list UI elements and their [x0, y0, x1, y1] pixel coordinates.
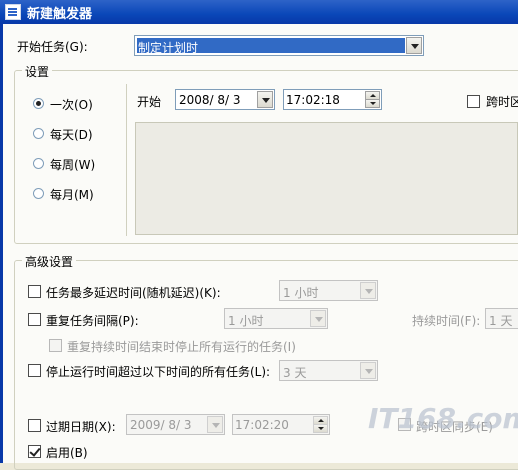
- stop-running-label[interactable]: 重复持续时间结束时停止所有运行的任务(I): [67, 338, 296, 355]
- start-task-value: 制定计划时: [138, 41, 199, 55]
- title-bar: 新建触发器: [0, 0, 518, 24]
- spin-down-icon[interactable]: [365, 99, 380, 108]
- start-time-value: 17:02:18: [286, 93, 340, 107]
- enable-label[interactable]: 启用(B): [46, 444, 88, 461]
- duration-select[interactable]: 1 天: [485, 308, 518, 329]
- expire-date-picker[interactable]: 2009/ 8/ 3: [126, 414, 225, 435]
- expire-time-spinner[interactable]: 17:02:20: [232, 414, 330, 435]
- stop-over-checkbox[interactable]: [28, 364, 41, 377]
- repeat-interval-select[interactable]: 1 小时: [224, 308, 328, 329]
- radio-once-label[interactable]: 一次(O): [50, 96, 93, 113]
- radio-once[interactable]: [33, 98, 44, 109]
- repeat-label[interactable]: 重复任务间隔(P):: [46, 312, 139, 329]
- watermark-logo: IT168.com: [368, 402, 518, 435]
- repeat-checkbox[interactable]: [28, 313, 41, 326]
- duration-value: 1 天: [489, 314, 513, 328]
- delay-select[interactable]: 1 小时: [279, 280, 378, 301]
- radio-monthly-label[interactable]: 每月(M): [50, 186, 94, 203]
- stop-running-checkbox[interactable]: [49, 339, 62, 352]
- start-task-label: 开始任务(G):: [17, 40, 88, 54]
- window-title: 新建触发器: [27, 6, 93, 22]
- settings-divider: [126, 84, 127, 236]
- delay-label[interactable]: 任务最多延迟时间(随机延迟)(K):: [46, 284, 221, 301]
- chevron-down-icon[interactable]: [406, 37, 422, 54]
- radio-monthly[interactable]: [33, 188, 44, 199]
- duration-label: 持续时间(F):: [412, 314, 481, 328]
- radio-daily[interactable]: [33, 128, 44, 139]
- expire-time-value: 17:02:20: [235, 418, 289, 432]
- radio-weekly-label[interactable]: 每周(W): [50, 156, 95, 173]
- settings-legend: 设置: [22, 63, 53, 80]
- window-icon: [5, 4, 21, 20]
- stop-over-label[interactable]: 停止运行时间超过以下时间的所有任务(L):: [46, 363, 270, 380]
- start-date-picker[interactable]: 2008/ 8/ 3: [175, 89, 275, 110]
- expire-date-value: 2009/ 8/ 3: [130, 418, 192, 432]
- chevron-down-icon[interactable]: [207, 416, 223, 433]
- start-time-spinner[interactable]: 17:02:18: [283, 89, 382, 110]
- recurrence-panel: [135, 122, 518, 235]
- radio-weekly[interactable]: [33, 158, 44, 169]
- radio-daily-label[interactable]: 每天(D): [50, 126, 93, 143]
- delay-value: 1 小时: [283, 286, 319, 300]
- chevron-down-icon[interactable]: [310, 310, 326, 327]
- expire-label[interactable]: 过期日期(X):: [46, 418, 116, 435]
- stop-over-select[interactable]: 3 天: [279, 360, 378, 381]
- start-date-value: 2008/ 8/ 3: [179, 93, 241, 107]
- cross-timezone-label[interactable]: 跨时区: [486, 93, 518, 110]
- chevron-down-icon[interactable]: [257, 91, 273, 108]
- expire-checkbox[interactable]: [28, 419, 41, 432]
- cross-timezone-checkbox[interactable]: [467, 95, 480, 108]
- repeat-interval-value: 1 小时: [228, 314, 264, 328]
- delay-checkbox[interactable]: [28, 285, 41, 298]
- start-label: 开始: [137, 95, 162, 109]
- stop-over-value: 3 天: [283, 366, 307, 380]
- start-task-select[interactable]: 制定计划时: [134, 35, 424, 56]
- chevron-down-icon[interactable]: [360, 362, 376, 379]
- spin-down-icon[interactable]: [313, 424, 328, 433]
- enable-checkbox[interactable]: [28, 445, 41, 458]
- advanced-legend: 高级设置: [22, 253, 77, 270]
- chevron-down-icon[interactable]: [360, 282, 376, 299]
